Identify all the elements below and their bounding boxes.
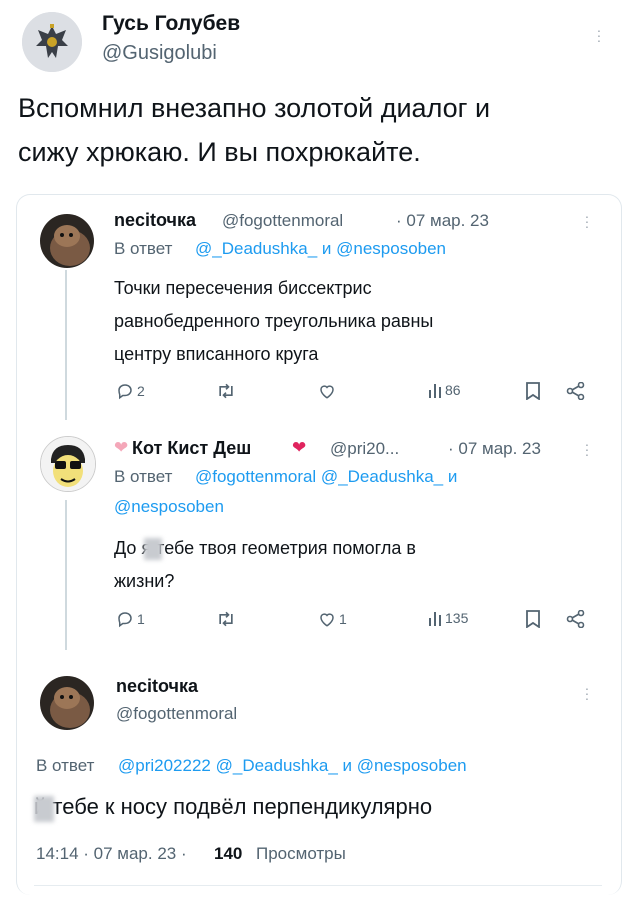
tweet3-censor-blur <box>34 796 54 822</box>
tweet1-avatar[interactable] <box>40 214 94 268</box>
tweet2-heart-broken-icon: ❤ <box>292 438 307 457</box>
tweet1-views-count: 86 <box>445 382 461 398</box>
tweet2-reply-users-line2[interactable]: @nesposoben <box>114 497 224 517</box>
tweet2-reply-count: 1 <box>137 611 145 627</box>
tweet2-bookmark-button[interactable] <box>526 610 540 628</box>
retweet-icon <box>219 383 233 399</box>
thread-line-1 <box>65 270 67 420</box>
tweet1-text-line3: центру вписанного круга <box>114 344 319 364</box>
eagle-emblem-icon <box>22 12 82 72</box>
bottom-divider <box>34 885 602 886</box>
share-icon <box>566 382 585 400</box>
tweet2-handle[interactable]: @pri20... <box>330 439 399 459</box>
views-bars-icon <box>429 612 441 626</box>
tweet1-text-line1: Точки пересечения биссектрис <box>114 278 372 298</box>
tweet2-censor-blur <box>144 538 162 560</box>
tweet3-views-count: 140 <box>214 844 243 863</box>
cat-photo-icon <box>40 676 94 730</box>
tweet1-author-name[interactable]: necitочка <box>114 210 196 231</box>
tweet2-avatar[interactable] <box>40 436 96 492</box>
tweet1-text-line2: равнобедренного треугольника равны <box>114 311 434 331</box>
tweet2-share-button[interactable] <box>566 610 586 628</box>
heart-icon <box>320 613 334 627</box>
main-author-name[interactable]: Гусь Голубев <box>102 12 240 36</box>
tweet1-reply-users[interactable]: @_Deadushka_ и @nesposoben <box>195 239 446 259</box>
tweet1-views-button[interactable]: 86 <box>428 382 461 398</box>
tweet2-reply-users-line1[interactable]: @fogottenmoral @_Deadushka_ и <box>195 467 457 487</box>
cartoon-avatar-icon <box>41 437 95 491</box>
cat-photo-icon <box>40 214 94 268</box>
views-bars-icon <box>429 384 441 398</box>
tweet1-reply-button[interactable]: 2 <box>116 382 145 400</box>
tweet3-views-label: Просмотры <box>256 844 346 863</box>
tweet2-views-button[interactable]: 135 <box>428 610 468 626</box>
tweet3-more-icon[interactable]: · · · <box>584 681 590 705</box>
tweet2-heart-left-icon: ❤ <box>114 438 129 457</box>
tweet2-like-count: 1 <box>339 611 347 627</box>
tweet1-more-icon[interactable]: · · · <box>584 209 590 233</box>
tweet2-text-line2: жизни? <box>114 571 175 591</box>
main-more-icon[interactable]: · · · <box>596 23 602 47</box>
heart-icon <box>320 385 334 399</box>
reply-icon <box>118 384 132 400</box>
tweet3-avatar[interactable] <box>40 676 94 730</box>
tweet2-reply-prefix: В ответ <box>114 467 173 486</box>
tweet1-bookmark-button[interactable] <box>526 382 540 400</box>
share-icon <box>566 610 585 628</box>
tweet3-reply-users[interactable]: @pri202222 @_Deadushka_ и @nesposoben <box>118 756 467 776</box>
tweet3-reply-prefix: В ответ <box>36 756 95 775</box>
thread-line-2 <box>65 500 67 650</box>
tweet1-reply-count: 2 <box>137 383 145 399</box>
main-avatar[interactable] <box>22 12 82 72</box>
tweet1-share-button[interactable] <box>566 382 586 400</box>
tweet1-handle[interactable]: @fogottenmoral <box>222 211 343 231</box>
retweet-icon <box>219 611 233 627</box>
tweet3-author-name[interactable]: necitочка <box>116 676 198 697</box>
main-tweet-text-line1: Вспомнил внезапно золотой диалог и <box>18 93 491 123</box>
tweet2-retweet-button[interactable] <box>216 610 236 628</box>
tweet3-text: й тебе к носу подвёл перпендикулярно <box>34 794 433 819</box>
tweet3-timestamp[interactable]: 14:14 · 07 мар. 23 · <box>36 844 187 864</box>
main-author-handle[interactable]: @Gusigolubi <box>102 42 217 65</box>
tweet3-handle[interactable]: @fogottenmoral <box>116 704 237 724</box>
tweet1-retweet-button[interactable] <box>216 382 236 400</box>
main-tweet-text-line2: сижу хрюкаю. И вы похрюкайте. <box>18 137 421 167</box>
reply-icon <box>118 612 132 628</box>
tweet2-reply-button[interactable]: 1 <box>116 610 145 628</box>
tweet2-author-name[interactable]: Кот Кист Деш <box>132 438 251 459</box>
tweet1-like-button[interactable] <box>318 382 336 400</box>
tweet2-date[interactable]: · 07 мар. 23 <box>448 439 541 459</box>
tweet1-reply-prefix: В ответ <box>114 239 173 258</box>
tweet2-views-count: 135 <box>445 610 469 626</box>
tweet2-like-button[interactable]: 1 <box>318 610 347 628</box>
bookmark-icon <box>526 382 540 400</box>
bookmark-icon <box>526 610 540 628</box>
tweet1-date[interactable]: · 07 мар. 23 <box>396 211 489 231</box>
tweet2-more-icon[interactable]: · · · <box>584 437 590 461</box>
